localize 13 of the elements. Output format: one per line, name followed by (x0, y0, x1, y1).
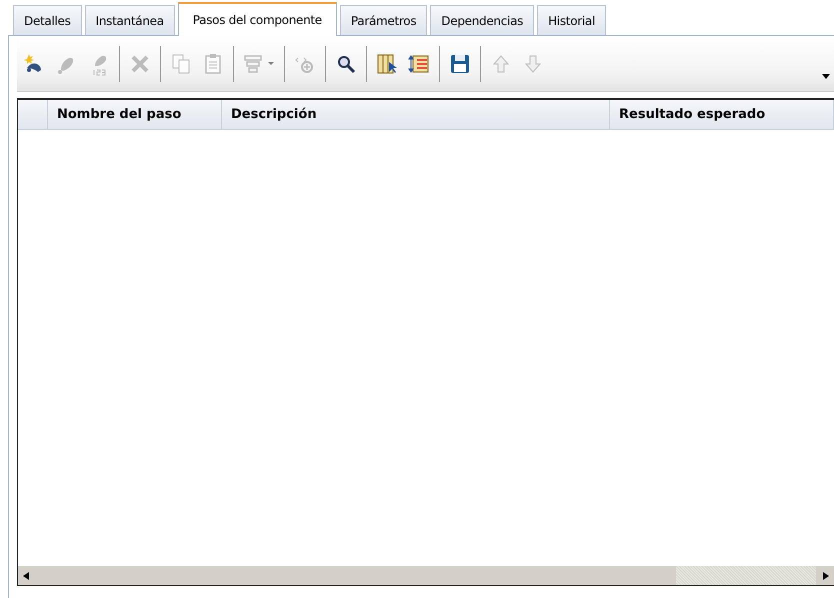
horizontal-scrollbar[interactable] (18, 566, 834, 585)
tab[interactable]: Pasos del componente (178, 2, 337, 36)
scrollbar-thumb[interactable] (676, 566, 816, 585)
column-header[interactable]: Resultado esperado (610, 100, 834, 129)
tab[interactable]: Instantánea (84, 5, 175, 35)
columns-button[interactable] (375, 52, 399, 76)
tab[interactable]: Dependencias (430, 5, 534, 35)
column-header[interactable]: Nombre del paso (48, 100, 222, 129)
tab[interactable]: Historial (537, 5, 606, 35)
column-header[interactable]: Descripción (222, 100, 610, 129)
toolbar-overflow-icon[interactable] (822, 74, 830, 80)
tab[interactable]: Parámetros (340, 5, 428, 35)
tab[interactable]: Detalles (13, 5, 82, 35)
